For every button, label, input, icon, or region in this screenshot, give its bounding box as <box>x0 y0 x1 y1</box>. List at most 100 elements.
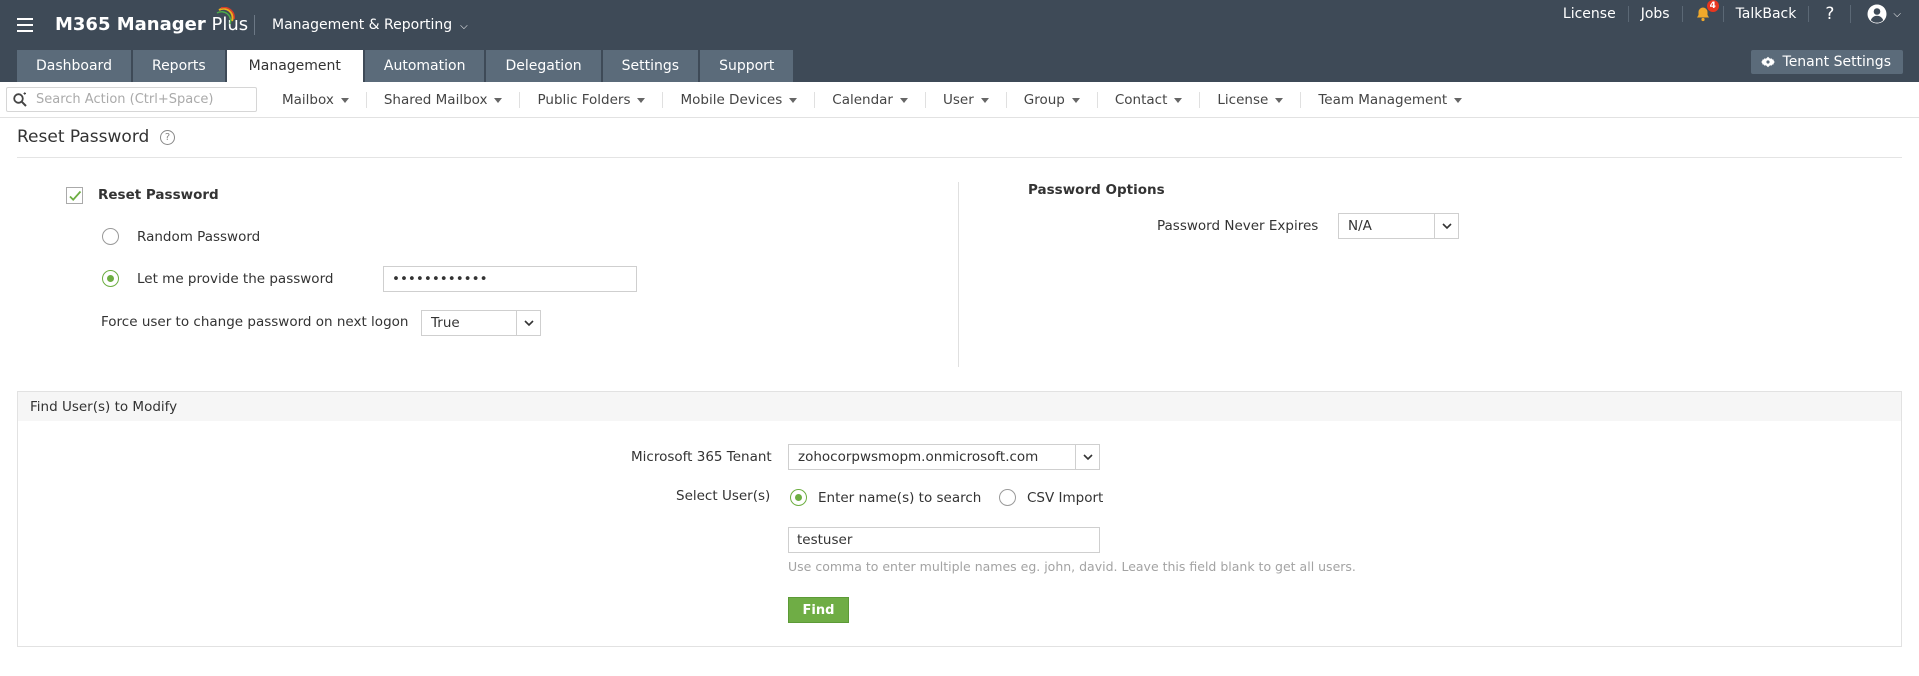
random-password-label: Random Password <box>137 229 261 245</box>
user-avatar-icon <box>1867 4 1887 24</box>
caret-down-icon <box>1174 97 1183 103</box>
enter-names-radio[interactable] <box>790 489 807 506</box>
menu-calendar[interactable]: Calendar <box>815 92 926 108</box>
menu-label: Team Management <box>1318 92 1448 108</box>
section-divider <box>958 182 959 367</box>
action-menu-bar: Mailbox Shared Mailbox Public Folders Mo… <box>265 82 1479 118</box>
tenant-value: zohocorpwsmopm.onmicrosoft.com <box>798 449 1039 465</box>
password-options-title: Password Options <box>1028 182 1165 198</box>
tenant-settings-button[interactable]: Tenant Settings <box>1750 50 1903 74</box>
find-users-header: Find User(s) to Modify <box>18 392 1901 421</box>
main-tabs: Dashboard Reports Management Automation … <box>17 50 795 82</box>
menu-label: Shared Mailbox <box>383 92 488 108</box>
user-names-input[interactable] <box>788 527 1100 553</box>
chevron-down-icon: ⌵ <box>460 21 468 32</box>
menu-group[interactable]: Group <box>1007 92 1098 108</box>
title-divider <box>17 157 1902 158</box>
notification-badge: 4 <box>1706 0 1719 12</box>
checkmark-icon <box>69 190 82 202</box>
menu-label: Group <box>1023 92 1065 108</box>
logo-arc-icon <box>216 7 235 25</box>
gear-icon <box>1760 56 1775 68</box>
menu-team-management[interactable]: Team Management <box>1301 92 1479 108</box>
find-users-panel: Find User(s) to Modify <box>17 391 1902 647</box>
provide-password-radio[interactable] <box>102 270 119 287</box>
jobs-link[interactable]: Jobs <box>1629 6 1683 22</box>
tab-settings[interactable]: Settings <box>602 50 699 82</box>
header-separator <box>254 15 255 35</box>
force-change-label: Force user to change password on next lo… <box>101 314 409 330</box>
tab-support[interactable]: Support <box>700 50 794 82</box>
menu-license[interactable]: License <box>1200 92 1302 108</box>
caret-down-icon <box>789 97 798 103</box>
menu-public-folders[interactable]: Public Folders <box>520 92 664 108</box>
tab-dashboard[interactable]: Dashboard <box>17 50 131 82</box>
notifications-button[interactable]: 4 <box>1683 0 1724 22</box>
product-switcher-label: Management & Reporting <box>272 17 453 33</box>
tenant-settings-label: Tenant Settings <box>1782 54 1891 70</box>
caret-down-icon <box>1275 97 1284 103</box>
search-icon <box>13 91 27 107</box>
chevron-down-icon <box>1434 214 1458 238</box>
never-expires-value: N/A <box>1348 218 1372 234</box>
logo-text: M365 Manager <box>55 14 206 35</box>
select-users-label: Select User(s) <box>676 488 771 504</box>
top-links: License Jobs 4 TalkBack ? ⌵ <box>1551 0 1919 28</box>
menu-user[interactable]: User <box>926 92 1007 108</box>
user-menu[interactable]: ⌵ <box>1851 4 1919 24</box>
menu-contact[interactable]: Contact <box>1098 92 1201 108</box>
help-icon[interactable]: ? <box>1809 5 1852 23</box>
chevron-down-icon <box>1075 445 1099 469</box>
never-expires-label: Password Never Expires <box>1157 218 1319 234</box>
caret-down-icon <box>1071 97 1080 103</box>
menu-mobile-devices[interactable]: Mobile Devices <box>663 92 816 108</box>
force-change-value: True <box>431 315 460 331</box>
reset-password-label: Reset Password <box>98 187 219 203</box>
random-password-radio[interactable] <box>102 228 119 245</box>
hamburger-menu-icon[interactable] <box>17 18 33 32</box>
tab-automation[interactable]: Automation <box>364 50 485 82</box>
action-search-input[interactable] <box>34 91 249 108</box>
action-bar: Mailbox Shared Mailbox Public Folders Mo… <box>0 82 1919 118</box>
reset-password-checkbox[interactable] <box>66 187 83 204</box>
menu-label: Mailbox <box>282 92 334 108</box>
menu-label: Contact <box>1114 92 1168 108</box>
menu-label: User <box>942 92 974 108</box>
page-title: Reset Password <box>17 127 150 147</box>
tenant-select[interactable]: zohocorpwsmopm.onmicrosoft.com <box>788 444 1100 470</box>
menu-label: Mobile Devices <box>680 92 783 108</box>
license-link[interactable]: License <box>1551 6 1629 22</box>
caret-down-icon <box>340 97 349 103</box>
tab-management[interactable]: Management <box>226 50 363 82</box>
chevron-down-icon: ⌵ <box>1893 8 1901 20</box>
tenant-label: Microsoft 365 Tenant <box>631 449 772 465</box>
menu-shared-mailbox[interactable]: Shared Mailbox <box>367 92 521 108</box>
caret-down-icon <box>1454 97 1463 103</box>
csv-import-label: CSV Import <box>1027 490 1104 506</box>
csv-import-radio[interactable] <box>999 489 1016 506</box>
tab-delegation[interactable]: Delegation <box>486 50 601 82</box>
menu-label: Calendar <box>832 92 893 108</box>
caret-down-icon <box>494 97 503 103</box>
never-expires-select[interactable]: N/A <box>1338 213 1459 239</box>
product-switcher[interactable]: Management & Reporting ⌵ <box>272 17 468 33</box>
find-button[interactable]: Find <box>788 597 849 623</box>
enter-names-label: Enter name(s) to search <box>818 490 982 506</box>
find-users-title: Find User(s) to Modify <box>30 399 178 415</box>
menu-label: Public Folders <box>537 92 631 108</box>
action-search[interactable] <box>6 87 257 112</box>
provide-password-label: Let me provide the password <box>137 271 334 287</box>
tab-reports[interactable]: Reports <box>132 50 225 82</box>
app-header: M365 Manager Plus Management & Reporting… <box>0 0 1919 82</box>
menu-label: License <box>1217 92 1269 108</box>
caret-down-icon <box>899 97 908 103</box>
talkback-link[interactable]: TalkBack <box>1724 6 1810 22</box>
caret-down-icon <box>980 97 989 103</box>
menu-mailbox[interactable]: Mailbox <box>265 92 367 108</box>
user-names-hint: Use comma to enter multiple names eg. jo… <box>788 559 1356 574</box>
caret-down-icon <box>637 97 646 103</box>
force-change-select[interactable]: True <box>421 310 541 336</box>
chevron-down-icon <box>516 311 540 335</box>
password-input[interactable] <box>383 266 637 292</box>
help-circle-icon[interactable]: ? <box>160 130 175 145</box>
